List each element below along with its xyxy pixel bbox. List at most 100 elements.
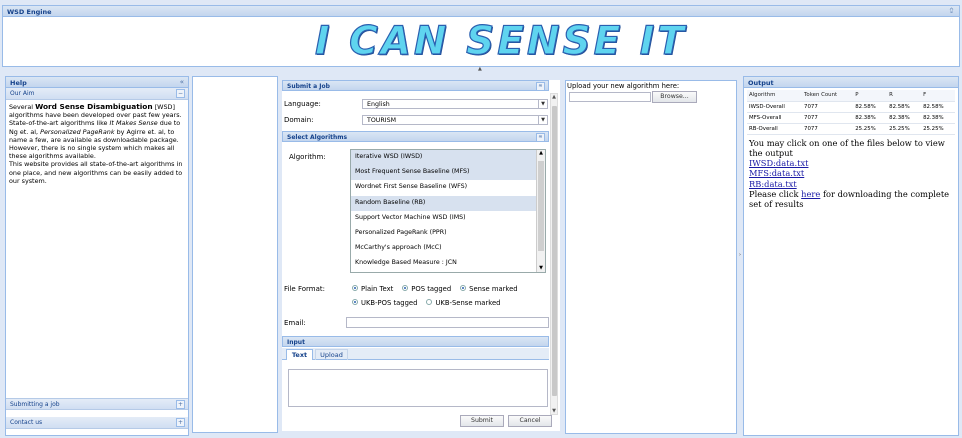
algorithm-option[interactable]: Personalized PageRank (PPR) bbox=[351, 226, 545, 241]
file-format-option[interactable]: UKB-Sense marked bbox=[426, 299, 500, 307]
output-panel: Output Algorithm Token Count P R F IWSD-Over… bbox=[743, 76, 959, 436]
table-cell: 82.58% bbox=[853, 101, 888, 113]
our-aim-content: Several Word Sense Disambiguation [WSD] … bbox=[9, 102, 183, 185]
accordion-label: Our Aim bbox=[10, 90, 35, 97]
input-header: Input bbox=[282, 336, 549, 347]
accordion-submitting-job[interactable]: Submitting a job + bbox=[6, 398, 188, 410]
table-cell: 82.38% bbox=[853, 112, 888, 124]
table-cell: 82.58% bbox=[921, 101, 955, 113]
help-header: Help « bbox=[6, 77, 188, 88]
input-tabs: Text Upload bbox=[282, 348, 549, 360]
collapse-left-icon[interactable]: « bbox=[180, 78, 184, 86]
upload-prompt: Upload your new algorithm here: bbox=[567, 82, 680, 90]
table-cell: 7077 bbox=[802, 123, 854, 135]
input-textarea[interactable] bbox=[288, 369, 548, 407]
table-cell: 25.25% bbox=[921, 123, 955, 135]
algorithm-option[interactable]: Random Baseline (RB) bbox=[351, 195, 545, 211]
column-header: Algorithm bbox=[747, 90, 803, 102]
email-label: Email: bbox=[284, 319, 306, 327]
accordion-our-aim[interactable]: Our Aim − bbox=[6, 88, 188, 100]
algorithm-option[interactable]: Support Vector Machine WSD (IMS) bbox=[351, 211, 545, 226]
radio-icon[interactable] bbox=[352, 299, 358, 305]
collapse-icon[interactable]: ≈ bbox=[536, 82, 545, 91]
file-format-label: POS tagged bbox=[411, 285, 452, 293]
help-title: Help bbox=[10, 79, 27, 87]
language-select[interactable]: English ▼ bbox=[362, 99, 548, 109]
table-cell: 7077 bbox=[802, 101, 854, 113]
email-field[interactable] bbox=[346, 317, 549, 328]
splitter-up-icon[interactable]: ▲ bbox=[478, 66, 482, 72]
table-cell: 25.25% bbox=[887, 123, 922, 135]
domain-label: Domain: bbox=[284, 116, 314, 124]
algorithm-option[interactable]: Knowledge Based Measure : Lin bbox=[351, 272, 545, 273]
algorithm-option[interactable]: Most Frequent Sense Baseline (MFS) bbox=[351, 165, 545, 181]
chevron-down-icon: ▼ bbox=[538, 100, 547, 108]
algorithm-option[interactable]: Knowledge Based Measure : JCN bbox=[351, 256, 545, 271]
algorithm-label: Algorithm: bbox=[289, 153, 326, 161]
blank-panel bbox=[192, 76, 278, 433]
tab-text[interactable]: Text bbox=[286, 349, 313, 360]
algorithm-option[interactable]: McCarthy's approach (McC) bbox=[351, 241, 545, 256]
file-link-rb[interactable]: RB:data.txt bbox=[749, 179, 797, 189]
algorithm-listbox[interactable]: Iterative WSD (IWSD) Most Frequent Sense … bbox=[350, 149, 546, 273]
upload-panel: Upload your new algorithm here: Browse..… bbox=[565, 80, 737, 434]
file-link-iwsd[interactable]: IWSD:data.txt bbox=[749, 158, 808, 168]
output-intro: You may click on one of the files below … bbox=[749, 137, 945, 158]
results-table: Algorithm Token Count P R F IWSD-Overall 7077… bbox=[747, 90, 955, 135]
domain-select[interactable]: TOURISM ▼ bbox=[362, 115, 548, 125]
browse-button[interactable]: Browse... bbox=[652, 91, 697, 103]
column-header: P bbox=[853, 90, 888, 102]
algorithm-option[interactable]: Wordnet First Sense Baseline (WFS) bbox=[351, 180, 545, 195]
radio-icon[interactable] bbox=[352, 285, 358, 291]
collapse-icon[interactable]: ⮸ bbox=[947, 8, 956, 17]
input-title: Input bbox=[287, 339, 305, 346]
table-cell: 25.25% bbox=[853, 123, 888, 135]
minus-icon[interactable]: − bbox=[176, 89, 185, 98]
form-scrollbar[interactable]: ▲ ▼ bbox=[550, 93, 558, 415]
app-title: WSD Engine bbox=[7, 8, 52, 16]
submit-job-title: Submit a Job bbox=[287, 83, 330, 90]
column-header: Token Count bbox=[802, 90, 854, 102]
file-format-option[interactable]: POS tagged bbox=[402, 285, 451, 293]
tab-upload[interactable]: Upload bbox=[315, 349, 348, 360]
submit-button[interactable]: Submit bbox=[460, 415, 504, 427]
plus-icon[interactable]: + bbox=[176, 418, 185, 427]
file-link-mfs[interactable]: MFS:data.txt bbox=[749, 168, 804, 178]
accordion-label: Submitting a job bbox=[10, 401, 60, 408]
splitter-arrow-icon[interactable]: › bbox=[739, 252, 741, 258]
accordion-label: Contact us bbox=[10, 419, 43, 426]
file-format-label: Sense marked bbox=[469, 285, 518, 293]
output-text: You may click on one of the files below … bbox=[749, 137, 950, 210]
table-cell: 82.38% bbox=[921, 112, 955, 124]
table-cell: IWSD-Overall bbox=[747, 101, 803, 113]
file-format-label: Plain Text bbox=[361, 285, 394, 293]
select-algorithms-header: Select Algorithms ≈ bbox=[282, 131, 549, 142]
file-path-input[interactable] bbox=[569, 92, 651, 102]
file-format-label: File Format: bbox=[284, 285, 325, 293]
radio-icon[interactable] bbox=[460, 285, 467, 291]
radio-icon[interactable] bbox=[402, 285, 409, 291]
table-cell: 82.58% bbox=[887, 101, 922, 113]
file-format-option[interactable]: Sense marked bbox=[460, 285, 518, 293]
cancel-button[interactable]: Cancel bbox=[508, 415, 552, 427]
select-algorithms-title: Select Algorithms bbox=[287, 134, 348, 141]
output-title: Output bbox=[748, 79, 774, 87]
radio-icon[interactable] bbox=[426, 299, 433, 305]
listbox-scrollbar[interactable]: ▲ ▼ bbox=[536, 150, 545, 272]
submit-job-header: Submit a Job ≈ bbox=[282, 80, 549, 91]
logo: I CAN SENSE IT bbox=[314, 18, 687, 64]
file-format-option[interactable]: UKB-POS tagged bbox=[352, 299, 417, 307]
help-panel: Help « Our Aim − Several Word Sense Disa… bbox=[5, 76, 189, 436]
collapse-icon[interactable]: ≈ bbox=[536, 133, 545, 142]
plus-icon[interactable]: + bbox=[176, 400, 185, 409]
language-label: Language: bbox=[284, 100, 321, 108]
accordion-contact-us[interactable]: Contact us + bbox=[6, 417, 188, 429]
download-link[interactable]: here bbox=[801, 189, 820, 199]
algorithm-option[interactable]: Iterative WSD (IWSD) bbox=[351, 150, 545, 166]
table-cell: MFS-Overall bbox=[747, 112, 803, 124]
file-format-label: UKB-Sense marked bbox=[435, 299, 501, 307]
table-cell: 7077 bbox=[802, 112, 854, 124]
file-format-option[interactable]: Plain Text bbox=[352, 285, 393, 293]
table-row: MFS-Overall 7077 82.38% 82.38% 82.38% bbox=[747, 112, 955, 124]
chevron-down-icon: ▼ bbox=[538, 116, 547, 124]
